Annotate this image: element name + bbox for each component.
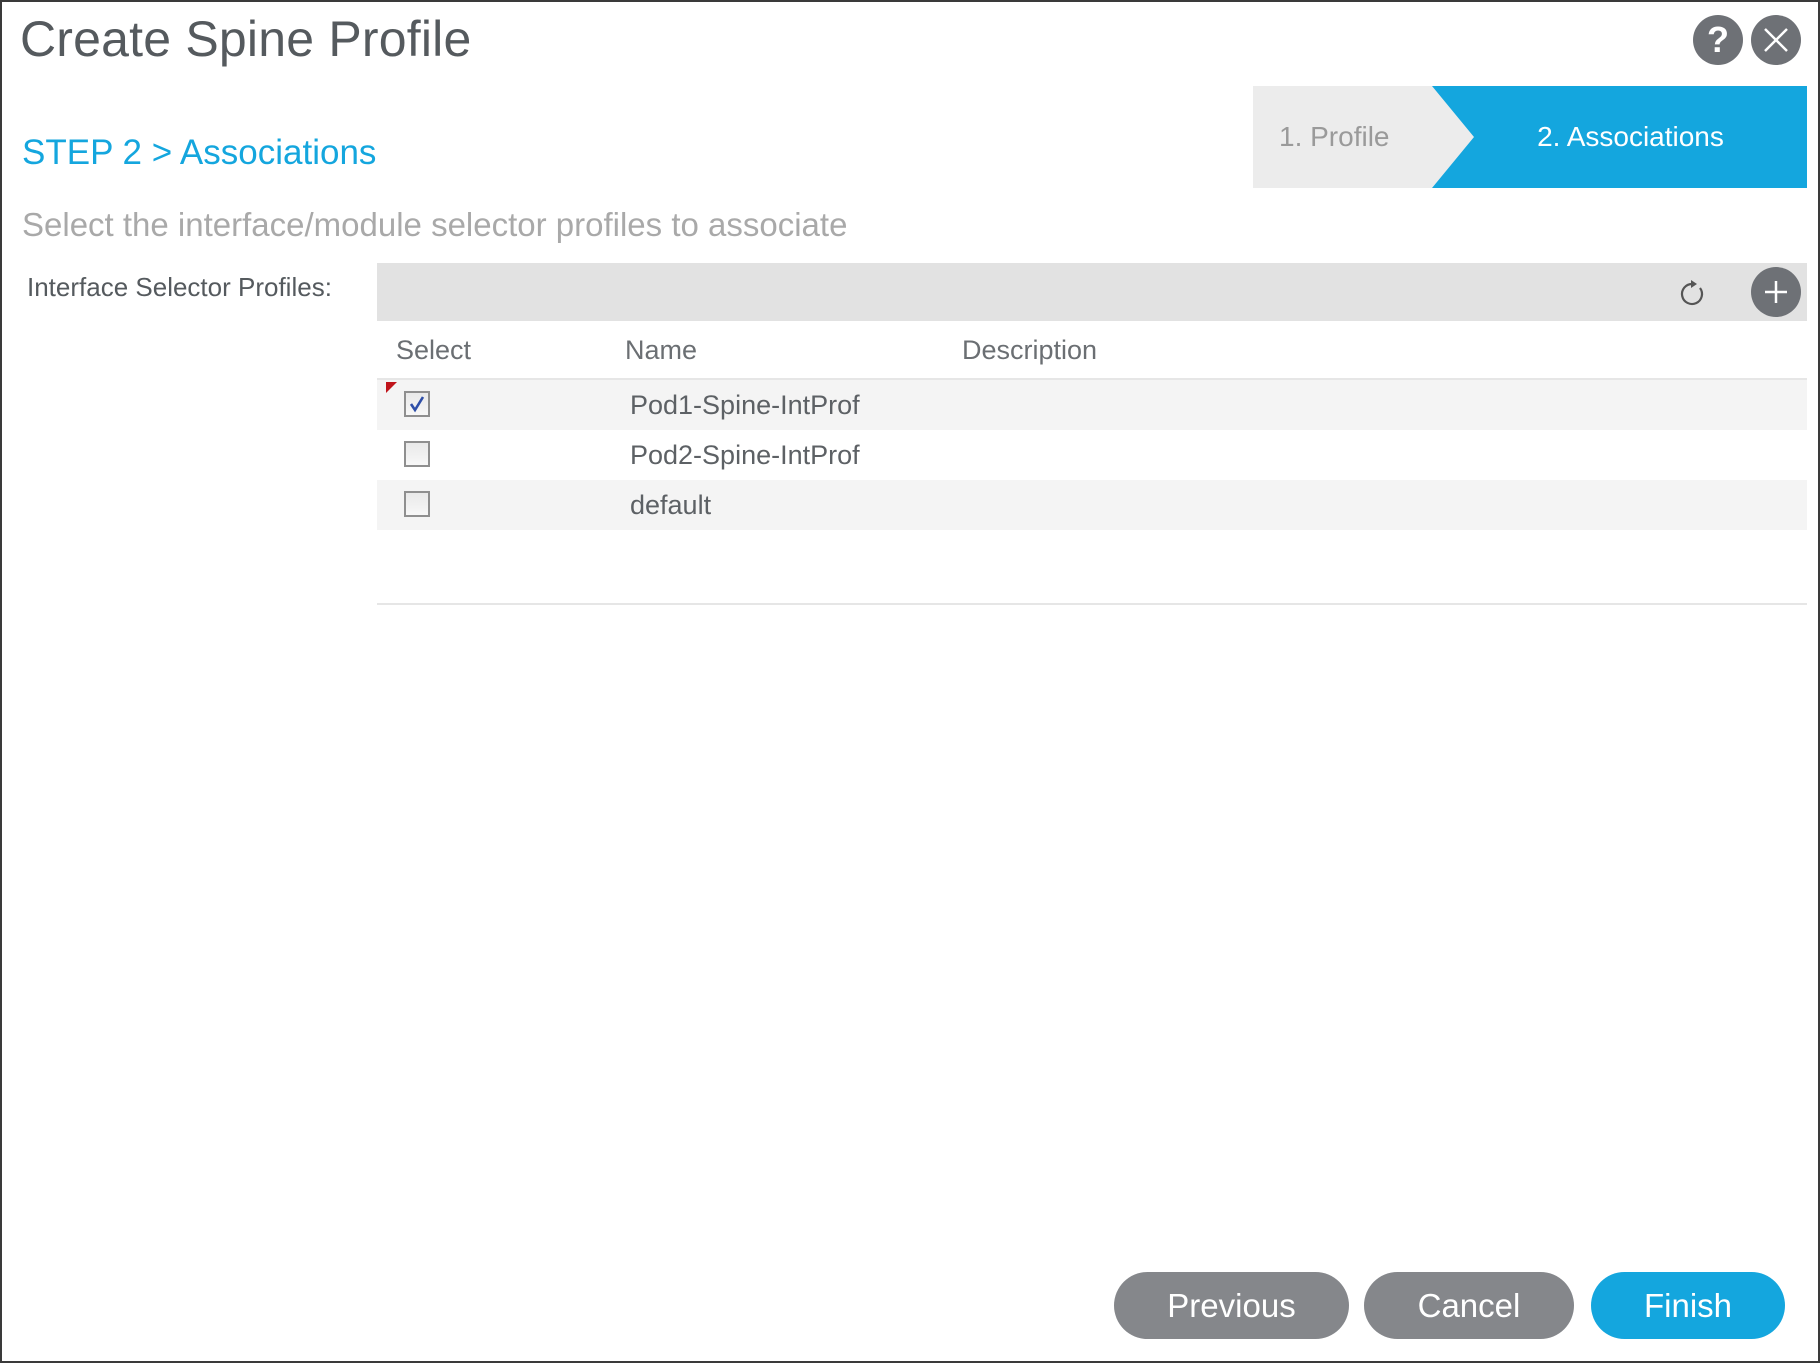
wizard-step-label: 2. Associations bbox=[1537, 121, 1724, 152]
table-bottom-divider bbox=[377, 603, 1807, 605]
interface-selector-profiles-label: Interface Selector Profiles: bbox=[27, 272, 332, 302]
column-header-description[interactable]: Description bbox=[962, 335, 1097, 366]
column-header-name[interactable]: Name bbox=[625, 335, 697, 366]
step-heading: STEP 2 > Associations bbox=[22, 133, 377, 172]
profile-name: Pod2-Spine-IntProf bbox=[630, 440, 860, 470]
close-button[interactable] bbox=[1751, 15, 1801, 65]
column-header-select[interactable]: Select bbox=[396, 335, 471, 366]
table-row[interactable]: default bbox=[377, 480, 1807, 530]
cancel-button[interactable]: Cancel bbox=[1364, 1272, 1574, 1339]
step-description: Select the interface/module selector pro… bbox=[22, 206, 848, 243]
help-button[interactable]: ? bbox=[1693, 15, 1743, 65]
table-row[interactable]: Pod1-Spine-IntProf bbox=[377, 380, 1807, 430]
finish-button[interactable]: Finish bbox=[1591, 1272, 1785, 1339]
add-icon bbox=[1765, 281, 1787, 303]
select-checkbox[interactable] bbox=[404, 491, 430, 517]
profile-name: default bbox=[630, 490, 712, 520]
wizard-step-label: 1. Profile bbox=[1279, 121, 1390, 152]
refresh-icon[interactable] bbox=[1678, 279, 1706, 307]
wizard-steps: 1. Profile 2. Associations bbox=[1253, 86, 1807, 188]
dialog-title: Create Spine Profile bbox=[20, 11, 472, 67]
checkmark-icon bbox=[409, 396, 425, 413]
close-icon bbox=[1764, 28, 1788, 52]
table-row[interactable]: Pod2-Spine-IntProf bbox=[377, 430, 1807, 480]
modified-marker bbox=[386, 382, 397, 393]
add-button[interactable] bbox=[1751, 267, 1801, 317]
table-toolbar bbox=[377, 263, 1807, 321]
create-spine-profile-dialog: Create Spine Profile ? 1. Profile 2. Ass… bbox=[0, 0, 1820, 1363]
previous-button[interactable]: Previous bbox=[1114, 1272, 1349, 1339]
select-checkbox[interactable] bbox=[404, 391, 430, 417]
table-header: Select Name Description bbox=[377, 322, 1807, 380]
profile-name: Pod1-Spine-IntProf bbox=[630, 390, 860, 420]
wizard-step-associations[interactable]: 2. Associations bbox=[1432, 86, 1807, 188]
select-checkbox[interactable] bbox=[404, 441, 430, 467]
help-icon: ? bbox=[1707, 19, 1729, 60]
